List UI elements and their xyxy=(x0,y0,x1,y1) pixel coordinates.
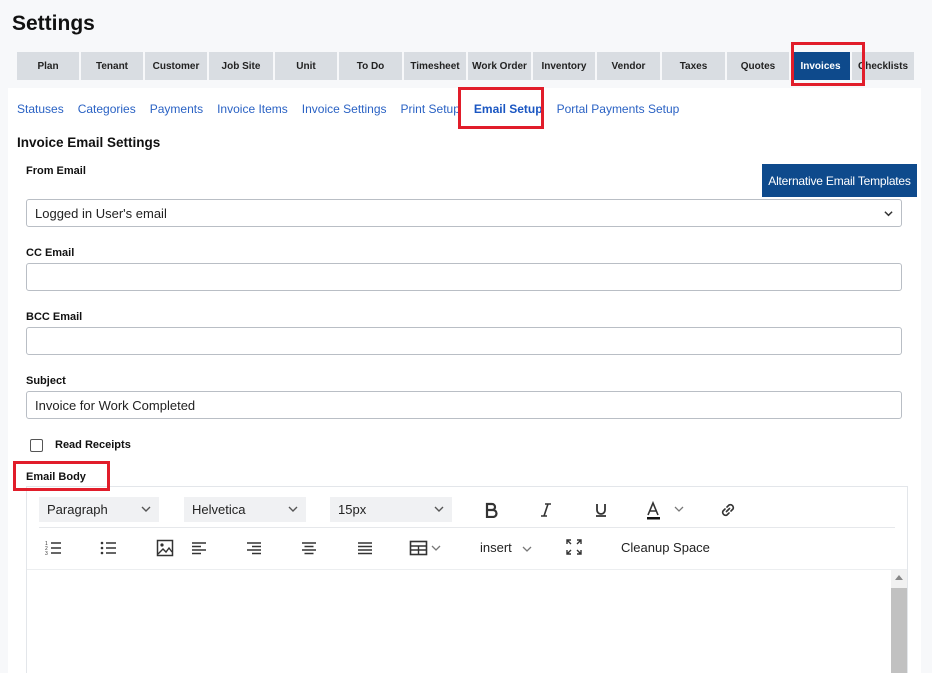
unordered-list-button[interactable] xyxy=(99,538,119,558)
insert-dropdown[interactable]: insert xyxy=(480,540,533,555)
justify-button[interactable] xyxy=(355,538,375,558)
scroll-up-icon[interactable] xyxy=(895,575,903,580)
cc-email-field[interactable] xyxy=(26,263,902,291)
underline-icon xyxy=(596,504,606,517)
tab-job-site[interactable]: Job Site xyxy=(209,52,273,80)
sub-tab-bar: Statuses Categories Payments Invoice Ite… xyxy=(17,102,693,116)
insert-image-button[interactable] xyxy=(155,538,175,558)
read-receipts-label: Read Receipts xyxy=(55,439,131,451)
link-icon xyxy=(721,503,735,517)
chevron-down-icon xyxy=(522,546,532,552)
text-color-icon xyxy=(647,500,684,520)
fullscreen-button[interactable] xyxy=(564,537,584,557)
subtab-invoice-settings[interactable]: Invoice Settings xyxy=(302,102,387,116)
unordered-list-icon xyxy=(100,541,116,555)
table-button[interactable] xyxy=(409,537,445,559)
insert-label: insert xyxy=(480,540,512,555)
subtab-print-setup[interactable]: Print Setup xyxy=(401,102,460,116)
italic-button[interactable] xyxy=(537,500,555,520)
toolbar-divider xyxy=(39,527,895,528)
tab-quotes[interactable]: Quotes xyxy=(727,52,789,80)
image-icon xyxy=(156,539,174,557)
svg-text:3: 3 xyxy=(45,551,48,556)
scroll-thumb[interactable] xyxy=(891,588,907,673)
tab-plan[interactable]: Plan xyxy=(17,52,79,80)
alternative-email-templates-button[interactable]: Alternative Email Templates xyxy=(762,164,917,197)
subject-field[interactable] xyxy=(26,391,902,419)
ordered-list-button[interactable]: 123 xyxy=(44,538,64,558)
bold-icon xyxy=(485,502,498,518)
link-button[interactable] xyxy=(717,499,739,521)
from-email-label: From Email xyxy=(26,165,86,177)
tab-to-do[interactable]: To Do xyxy=(339,52,402,80)
font-family-value: Helvetica xyxy=(192,502,246,517)
font-size-select[interactable]: 15px xyxy=(330,497,452,522)
subtab-portal-payments-setup[interactable]: Portal Payments Setup xyxy=(557,102,680,116)
align-right-icon xyxy=(247,542,261,555)
subtab-email-setup[interactable]: Email Setup xyxy=(474,102,543,116)
chevron-down-icon xyxy=(884,211,893,217)
settings-panel: Statuses Categories Payments Invoice Ite… xyxy=(8,87,921,673)
tab-work-order[interactable]: Work Order xyxy=(468,52,531,80)
subtab-statuses[interactable]: Statuses xyxy=(17,102,64,116)
section-title: Invoice Email Settings xyxy=(17,135,161,150)
font-size-value: 15px xyxy=(338,502,367,517)
from-email-select[interactable]: Logged in User's email xyxy=(26,199,902,227)
align-center-icon xyxy=(302,542,316,555)
justify-icon xyxy=(358,542,372,555)
from-email-value: Logged in User's email xyxy=(35,205,167,221)
cc-email-label: CC Email xyxy=(26,247,75,259)
subject-label: Subject xyxy=(26,375,66,387)
chevron-down-icon xyxy=(434,506,444,512)
email-body-edit-area[interactable] xyxy=(27,569,907,673)
email-body-label: Email Body xyxy=(26,471,86,483)
align-left-icon xyxy=(192,542,206,555)
fullscreen-icon xyxy=(566,539,582,555)
page-title: Settings xyxy=(12,12,95,35)
align-center-button[interactable] xyxy=(299,538,319,558)
chevron-down-icon xyxy=(288,506,298,512)
tab-inventory[interactable]: Inventory xyxy=(533,52,595,80)
tab-unit[interactable]: Unit xyxy=(275,52,337,80)
tab-tenant[interactable]: Tenant xyxy=(81,52,143,80)
ordered-list-icon: 123 xyxy=(45,541,61,556)
chevron-down-icon xyxy=(141,506,151,512)
tab-timesheet[interactable]: Timesheet xyxy=(404,52,466,80)
text-color-button[interactable] xyxy=(645,499,689,521)
block-format-value: Paragraph xyxy=(47,502,108,517)
subtab-categories[interactable]: Categories xyxy=(78,102,136,116)
bcc-email-field[interactable] xyxy=(26,327,902,355)
bold-button[interactable] xyxy=(482,500,500,520)
table-icon xyxy=(409,540,441,556)
tab-vendor[interactable]: Vendor xyxy=(597,52,660,80)
tab-checklists[interactable]: Checklists xyxy=(852,52,914,80)
rich-text-editor: Paragraph Helvetica 15px 123 insert Clea… xyxy=(26,486,908,673)
block-format-select[interactable]: Paragraph xyxy=(39,497,159,522)
subtab-payments[interactable]: Payments xyxy=(150,102,203,116)
main-tab-bar: Plan Tenant Customer Job Site Unit To Do… xyxy=(17,52,916,80)
font-family-select[interactable]: Helvetica xyxy=(184,497,306,522)
tab-invoices[interactable]: Invoices xyxy=(791,52,850,80)
underline-button[interactable] xyxy=(592,500,610,520)
subtab-invoice-items[interactable]: Invoice Items xyxy=(217,102,288,116)
tab-taxes[interactable]: Taxes xyxy=(662,52,725,80)
read-receipts-checkbox[interactable] xyxy=(30,439,43,452)
align-right-button[interactable] xyxy=(244,538,264,558)
tab-customer[interactable]: Customer xyxy=(145,52,207,80)
editor-scrollbar[interactable] xyxy=(891,570,907,673)
italic-icon xyxy=(541,503,551,517)
bcc-email-label: BCC Email xyxy=(26,311,83,323)
cleanup-space-button[interactable]: Cleanup Space xyxy=(621,540,710,555)
align-left-button[interactable] xyxy=(189,538,209,558)
